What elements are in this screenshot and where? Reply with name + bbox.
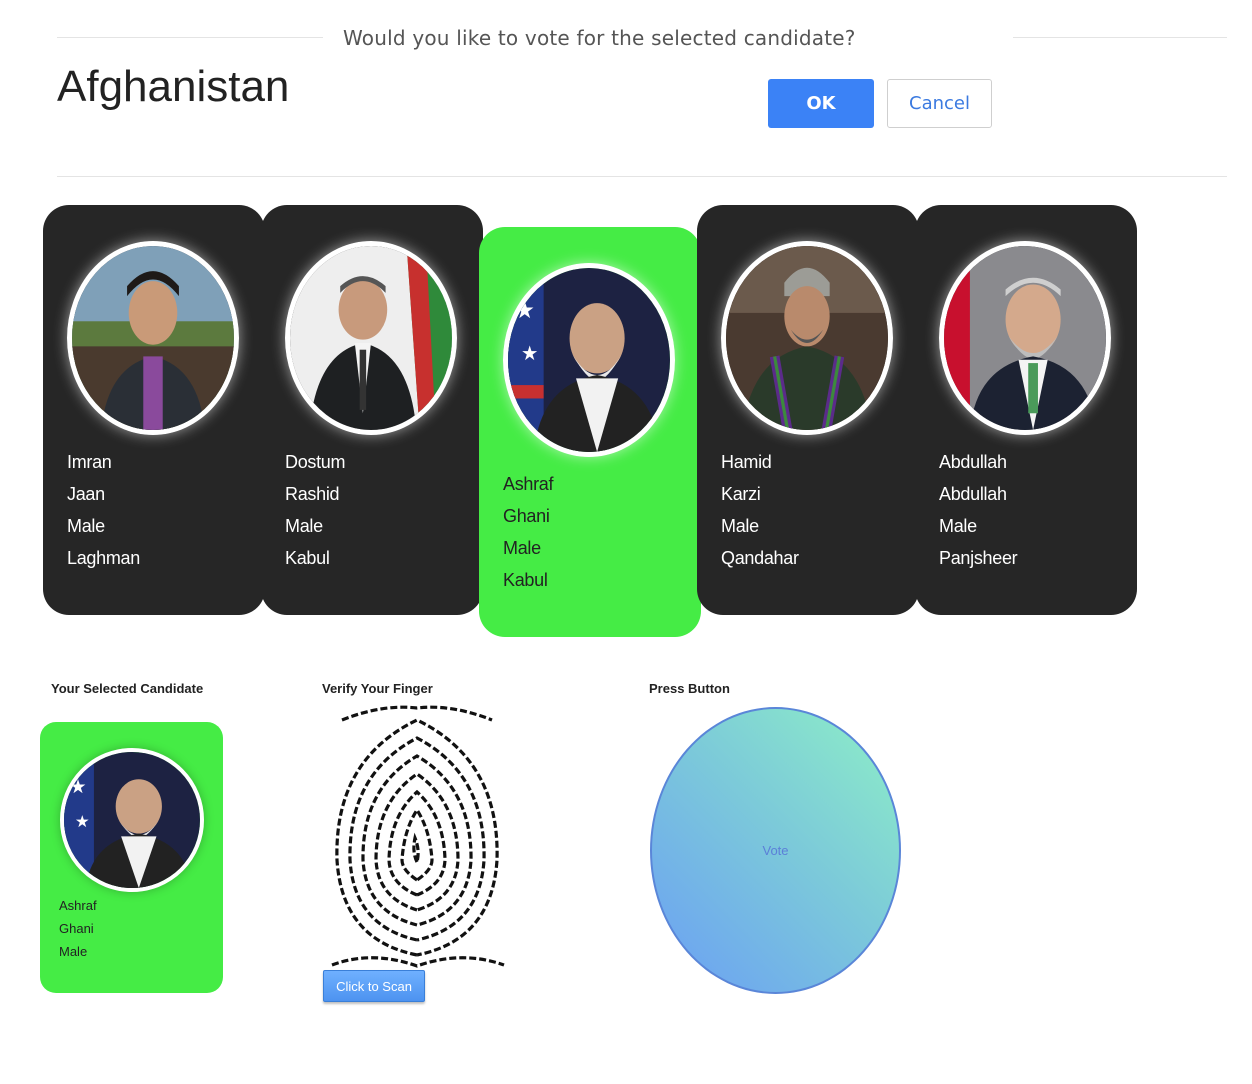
candidate-gender: Male [503, 538, 541, 558]
click-to-scan-button[interactable]: Click to Scan [323, 970, 425, 1002]
header-divider [57, 176, 1227, 177]
candidate-province: Kabul [285, 548, 330, 568]
cancel-button[interactable]: Cancel [887, 79, 992, 128]
candidate-province: Qandahar [721, 548, 799, 568]
candidate-gender: Male [939, 516, 977, 536]
candidate-last-name: Rashid [285, 484, 340, 504]
candidate-photo [721, 241, 893, 435]
candidate-first-name: Hamid [721, 452, 772, 472]
candidate-info: Imran Jaan Male Laghman [67, 451, 140, 579]
candidate-card-ashraf[interactable]: ★ ★ Ashraf Ghani Male Kabul [479, 227, 701, 637]
candidate-photo: ★ ★ [503, 263, 675, 457]
page-title: Afghanistan [57, 62, 290, 111]
ok-button[interactable]: OK [768, 79, 874, 128]
dialog-message: Would you like to vote for the selected … [343, 26, 856, 50]
candidate-last-name: Abdullah [939, 484, 1007, 504]
candidate-photo [285, 241, 457, 435]
candidate-card-dostum[interactable]: Dostum Rashid Male Kabul [261, 205, 483, 615]
selected-candidate-info: Ashraf Ghani Male [59, 898, 97, 967]
candidate-first-name: Ashraf [503, 474, 554, 494]
candidate-first-name: Dostum [285, 452, 346, 472]
selected-candidate-heading: Your Selected Candidate [51, 681, 204, 696]
selected-last-name: Ghani [59, 921, 94, 936]
candidate-info: Dostum Rashid Male Kabul [285, 451, 346, 579]
candidate-gender: Male [285, 516, 323, 536]
candidate-last-name: Ghani [503, 506, 550, 526]
svg-text:★: ★ [69, 777, 86, 798]
candidate-province: Kabul [503, 570, 548, 590]
fingerprint-icon [322, 700, 512, 970]
candidate-card-hamid[interactable]: Hamid Karzi Male Qandahar [697, 205, 919, 615]
candidate-province: Laghman [67, 548, 140, 568]
svg-text:★: ★ [514, 297, 534, 323]
candidate-info: Hamid Karzi Male Qandahar [721, 451, 799, 579]
candidate-gender: Male [67, 516, 105, 536]
selected-candidate-card: ★ ★ Ashraf Ghani Male [40, 722, 223, 993]
selected-first-name: Ashraf [59, 898, 97, 913]
press-button-heading: Press Button [649, 681, 730, 696]
candidate-card-imran[interactable]: Imran Jaan Male Laghman [43, 205, 265, 615]
dialog-top-rule-right [1013, 37, 1227, 38]
vote-button[interactable]: Vote [650, 707, 901, 994]
candidate-last-name: Jaan [67, 484, 105, 504]
svg-text:★: ★ [75, 813, 90, 831]
verify-finger-heading: Verify Your Finger [322, 681, 433, 696]
candidate-photo [67, 241, 239, 435]
dialog-top-rule-left [57, 37, 323, 38]
svg-text:★: ★ [521, 343, 538, 365]
selected-candidate-photo: ★ ★ [60, 748, 204, 892]
candidate-first-name: Imran [67, 452, 112, 472]
candidate-last-name: Karzi [721, 484, 761, 504]
candidate-first-name: Abdullah [939, 452, 1007, 472]
candidate-photo [939, 241, 1111, 435]
candidate-gender: Male [721, 516, 759, 536]
candidate-province: Panjsheer [939, 548, 1018, 568]
candidate-info: Abdullah Abdullah Male Panjsheer [939, 451, 1018, 579]
candidate-info: Ashraf Ghani Male Kabul [503, 473, 554, 601]
selected-gender: Male [59, 944, 88, 959]
candidate-card-abdullah[interactable]: Abdullah Abdullah Male Panjsheer [915, 205, 1137, 615]
